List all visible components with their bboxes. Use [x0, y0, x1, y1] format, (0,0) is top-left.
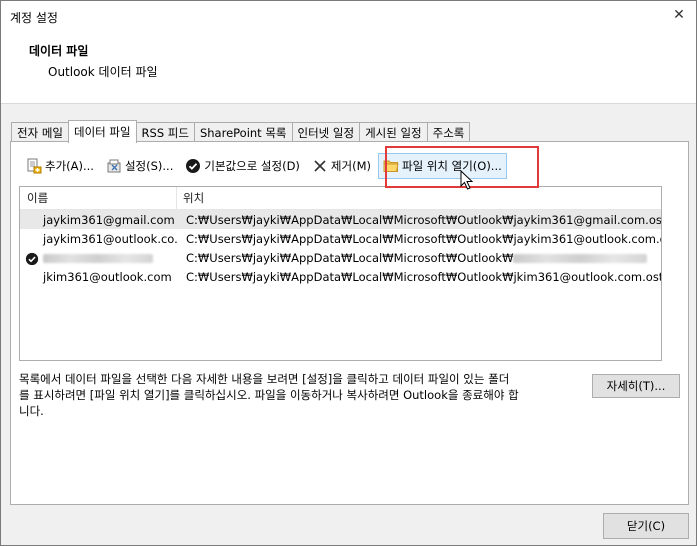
title-bar: 계정 설정 ✕ [1, 1, 696, 31]
set-default-button[interactable]: 기본값으로 설정(D) [180, 153, 305, 179]
tab-address-books[interactable]: 주소록 [426, 122, 471, 142]
settings-button[interactable]: 설정(S)... [101, 153, 178, 179]
column-header-location[interactable]: 위치 [177, 187, 661, 209]
remove-button[interactable]: 제거(M) [307, 153, 376, 179]
redacted-name-blur [43, 253, 153, 263]
list-item[interactable]: jkim361@outlook.com C:₩Users₩jayki₩AppDa… [20, 267, 661, 286]
instructions-text: 목록에서 데이터 파일을 선택한 다음 자세한 내용을 보려면 [설정]을 클릭… [19, 372, 519, 418]
open-file-location-button[interactable]: 파일 위치 열기(O)... [377, 153, 507, 179]
dialog-header: 데이터 파일 Outlook 데이터 파일 [1, 31, 696, 104]
file-name: jaykim361@gmail.com [43, 212, 175, 227]
details-button[interactable]: 자세히(T)... [592, 374, 680, 398]
tab-internet-calendars[interactable]: 인터넷 일정 [291, 122, 361, 142]
settings-button-label: 설정(S)... [124, 159, 174, 173]
column-header-name[interactable]: 이름 [20, 187, 177, 209]
header-subtitle: Outlook 데이터 파일 [48, 65, 158, 79]
tab-email[interactable]: 전자 메일 [11, 122, 69, 142]
data-files-panel: 추가(A)... 설정(S)... 기본값으로 설정(D) 제거(M) 파일 위… [10, 141, 689, 505]
list-item-default[interactable]: C:₩Users₩jayki₩AppData₩Local₩Microsoft₩O… [20, 248, 661, 267]
account-settings-dialog: 계정 설정 ✕ 데이터 파일 Outlook 데이터 파일 전자 메일 데이터 … [0, 0, 697, 546]
file-name: jkim361@outlook.com [43, 269, 172, 284]
list-header: 이름 위치 [20, 187, 661, 210]
file-location: C:₩Users₩jayki₩AppData₩Local₩Microsoft₩O… [186, 231, 661, 246]
folder-icon [383, 158, 399, 174]
close-window-button[interactable]: ✕ [666, 3, 692, 27]
tab-sharepoint-lists[interactable]: SharePoint 목록 [193, 122, 293, 142]
open-file-location-label: 파일 위치 열기(O)... [401, 159, 502, 173]
remove-button-label: 제거(M) [330, 159, 371, 173]
set-default-button-label: 기본값으로 설정(D) [204, 159, 300, 173]
file-location: C:₩Users₩jayki₩AppData₩Local₩Microsoft₩O… [177, 251, 661, 265]
tab-data-files[interactable]: 데이터 파일 [67, 120, 137, 143]
list-item[interactable]: jaykim361@gmail.com C:₩Users₩jayki₩AppDa… [20, 210, 661, 229]
redacted-location-blur [513, 253, 648, 263]
close-button[interactable]: 닫기(C) [603, 513, 689, 539]
tab-rss-feeds[interactable]: RSS 피드 [135, 122, 195, 142]
list-item[interactable]: jaykim361@outlook.co... C:₩Users₩jayki₩A… [20, 229, 661, 248]
tab-published-calendars[interactable]: 게시된 일정 [359, 122, 428, 142]
check-circle-icon [185, 158, 201, 174]
file-location: C:₩Users₩jayki₩AppData₩Local₩Microsoft₩O… [186, 269, 661, 284]
settings-icon [106, 158, 122, 174]
mouse-pointer-icon [460, 170, 474, 190]
file-name-redacted [20, 251, 177, 265]
toolbar: 추가(A)... 설정(S)... 기본값으로 설정(D) 제거(M) 파일 위… [21, 153, 509, 179]
add-button-label: 추가(A)... [45, 159, 94, 173]
file-name: jaykim361@outlook.co... [43, 231, 177, 246]
data-files-list[interactable]: 이름 위치 jaykim361@gmail.com C:₩Users₩jayki… [19, 186, 662, 361]
window-title: 계정 설정 [10, 11, 58, 25]
tab-strip: 전자 메일 데이터 파일 RSS 피드 SharePoint 목록 인터넷 일정… [11, 120, 471, 143]
remove-x-icon [312, 158, 328, 174]
add-file-icon [26, 158, 42, 174]
header-title: 데이터 파일 [29, 44, 89, 58]
add-button[interactable]: 추가(A)... [21, 153, 99, 179]
default-check-icon [25, 252, 39, 265]
file-location: C:₩Users₩jayki₩AppData₩Local₩Microsoft₩O… [186, 212, 661, 227]
